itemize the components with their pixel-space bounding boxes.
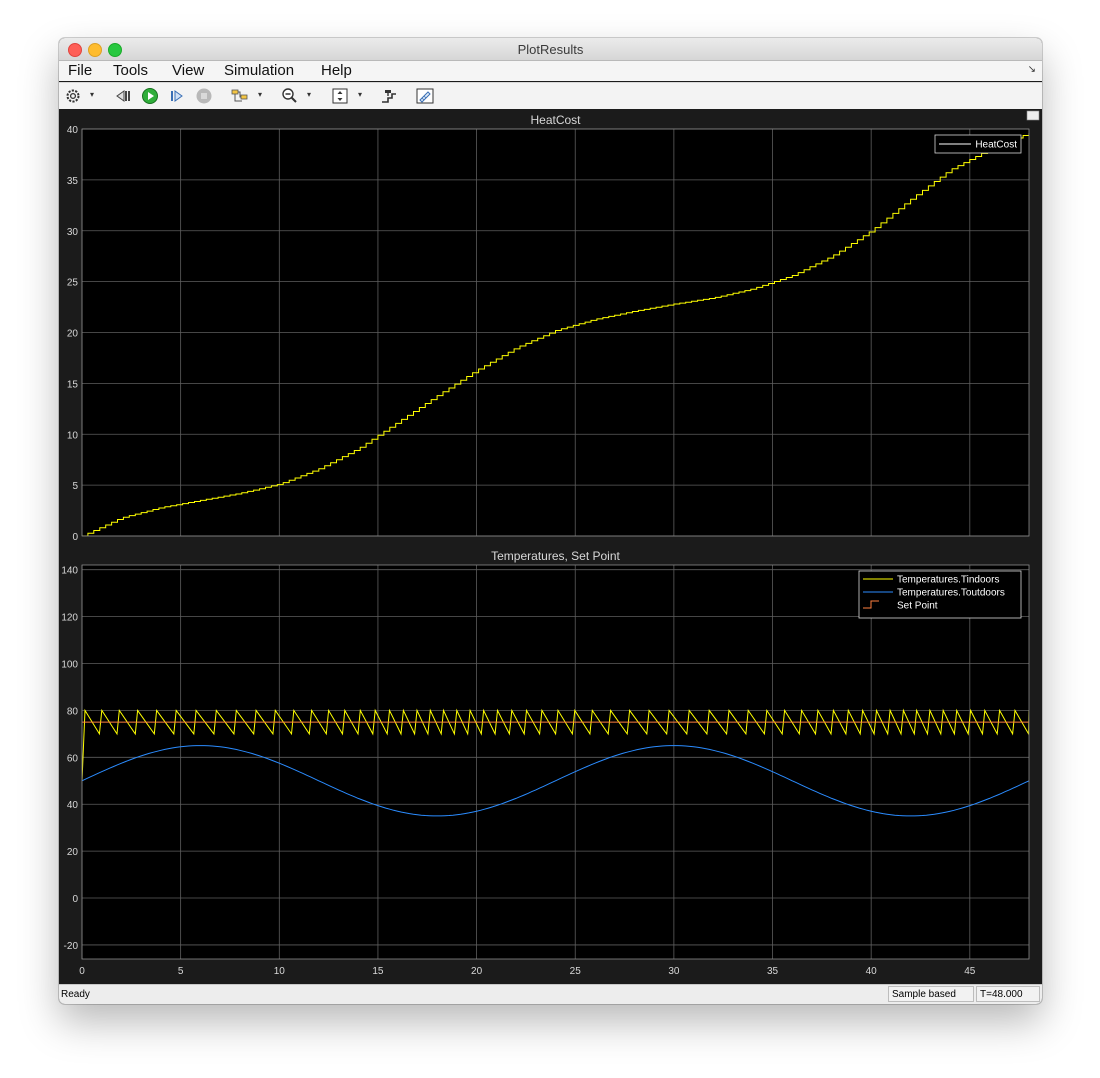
x-tick-label: 10 bbox=[274, 966, 286, 977]
plot-area: HeatCost 0 5 10 15 20 25 30 35 40 HeatCost Temperat… bbox=[59, 109, 1042, 984]
y-tick-label: 40 bbox=[67, 125, 79, 136]
x-tick-label: 20 bbox=[471, 966, 483, 977]
x-tick-label: 30 bbox=[668, 966, 680, 977]
y-tick-label: 0 bbox=[72, 894, 78, 905]
x-tick-label: 15 bbox=[372, 966, 384, 977]
sim-time-indicator: T=48.000 bbox=[976, 986, 1040, 1002]
y-tick-label: 80 bbox=[67, 706, 79, 717]
toolbar: ▾ ▾ ▾ ▾ bbox=[59, 82, 1042, 110]
step-back-icon[interactable] bbox=[113, 87, 133, 105]
menu-help[interactable]: Help bbox=[321, 62, 352, 79]
legend-label: HeatCost bbox=[975, 140, 1017, 151]
y-tick-label: 15 bbox=[67, 379, 79, 390]
y-tick-label: 20 bbox=[67, 847, 79, 858]
axes-background bbox=[82, 565, 1029, 959]
y-tick-label: 5 bbox=[72, 481, 78, 492]
undock-icon[interactable] bbox=[1026, 110, 1040, 121]
step-forward-icon[interactable] bbox=[167, 87, 187, 105]
measure-icon[interactable] bbox=[415, 87, 435, 105]
plot-title: Temperatures, Set Point bbox=[491, 549, 620, 563]
title-bar: PlotResults bbox=[59, 38, 1042, 61]
x-tick-label: 40 bbox=[866, 966, 878, 977]
x-tick-label: 0 bbox=[79, 966, 85, 977]
window-title: PlotResults bbox=[517, 42, 584, 57]
menu-bar: File Tools View Simulation Help ↘ bbox=[59, 61, 1042, 81]
legend-label: Temperatures.Toutdoors bbox=[897, 588, 1005, 599]
x-tick-label: 25 bbox=[570, 966, 582, 977]
status-text: Ready bbox=[61, 989, 90, 1000]
y-tick-label: 35 bbox=[67, 176, 79, 187]
run-icon[interactable] bbox=[140, 87, 160, 105]
stop-icon[interactable] bbox=[194, 87, 214, 105]
signal-selector-icon[interactable] bbox=[230, 87, 250, 105]
y-tick-label: 0 bbox=[72, 532, 78, 543]
plot-title: HeatCost bbox=[530, 113, 581, 127]
autoscale-dropdown-icon[interactable]: ▾ bbox=[358, 90, 362, 99]
legend-label: Temperatures.Tindoors bbox=[897, 575, 999, 586]
menu-simulation[interactable]: Simulation bbox=[224, 62, 294, 79]
sample-mode-indicator: Sample based bbox=[888, 986, 974, 1002]
zoom-dropdown-icon[interactable]: ▾ bbox=[307, 90, 311, 99]
settings-dropdown-icon[interactable]: ▾ bbox=[90, 90, 94, 99]
plot-results-window: PlotResults File Tools View Simulation H… bbox=[59, 38, 1042, 1004]
y-tick-label: 10 bbox=[67, 430, 79, 441]
y-tick-label: 25 bbox=[67, 278, 79, 289]
y-tick-label: 120 bbox=[61, 613, 78, 624]
menu-tools[interactable]: Tools bbox=[113, 62, 148, 79]
y-tick-label: 20 bbox=[67, 329, 79, 340]
autoscale-icon[interactable] bbox=[330, 87, 350, 105]
y-tick-label: 140 bbox=[61, 566, 78, 577]
gear-icon[interactable] bbox=[64, 87, 84, 105]
legend-label: Set Point bbox=[897, 601, 938, 612]
y-tick-label: 40 bbox=[67, 800, 79, 811]
y-tick-label: -20 bbox=[64, 941, 79, 952]
menu-view[interactable]: View bbox=[172, 62, 204, 79]
zoom-out-icon[interactable] bbox=[280, 87, 300, 105]
plots-canvas: HeatCost 0 5 10 15 20 25 30 35 40 HeatCost Temperat… bbox=[61, 110, 1040, 977]
menu-overflow-icon[interactable]: ↘ bbox=[1028, 64, 1036, 75]
menu-file[interactable]: File bbox=[68, 62, 92, 79]
y-tick-label: 30 bbox=[67, 227, 79, 238]
signal-dropdown-icon[interactable]: ▾ bbox=[258, 90, 262, 99]
status-bar: Ready Sample based T=48.000 bbox=[59, 984, 1042, 1004]
y-tick-label: 60 bbox=[67, 753, 79, 764]
x-tick-label: 45 bbox=[964, 966, 976, 977]
x-tick-label: 5 bbox=[178, 966, 184, 977]
y-tick-label: 100 bbox=[61, 660, 78, 671]
x-tick-label: 35 bbox=[767, 966, 779, 977]
legend-icon[interactable] bbox=[379, 87, 399, 105]
